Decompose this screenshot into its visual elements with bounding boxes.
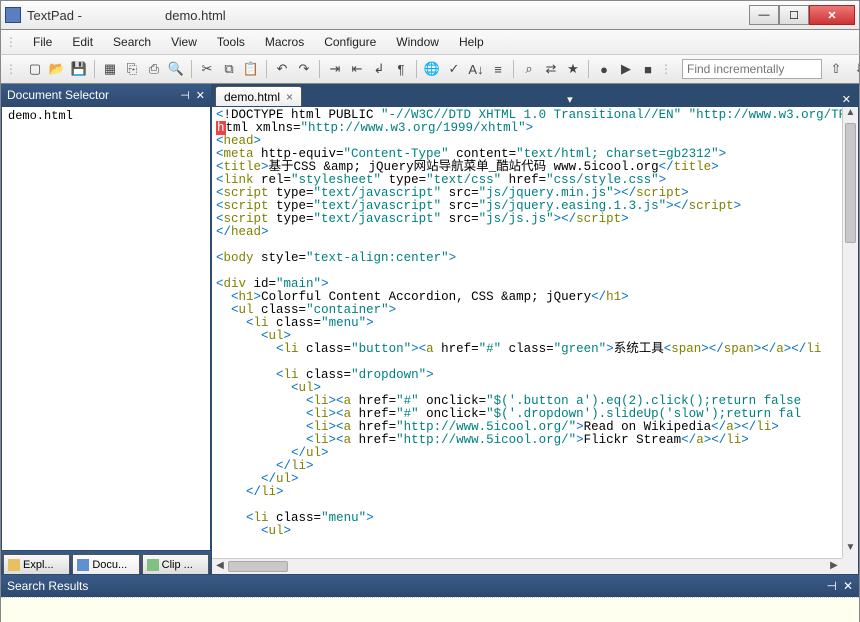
- document-list[interactable]: demo.html: [1, 106, 211, 551]
- menu-view[interactable]: View: [161, 33, 207, 51]
- scroll-left-icon[interactable]: ◀: [212, 559, 228, 574]
- scroll-up-icon[interactable]: ▲: [843, 107, 858, 123]
- scroll-thumb[interactable]: [845, 123, 856, 243]
- scroll-down-icon[interactable]: ▼: [843, 542, 858, 558]
- horizontal-scrollbar[interactable]: ◀ ▶: [212, 558, 842, 574]
- sort-icon[interactable]: A↓: [466, 59, 486, 79]
- search-close-icon[interactable]: ✕: [843, 579, 853, 593]
- find-input[interactable]: [682, 59, 822, 79]
- redo-icon[interactable]: ↷: [294, 59, 314, 79]
- save-all-icon[interactable]: ⎘: [122, 59, 142, 79]
- word-wrap-icon[interactable]: ↲: [369, 59, 389, 79]
- cut-icon[interactable]: ✂: [197, 59, 217, 79]
- undo-icon[interactable]: ↶: [272, 59, 292, 79]
- play-icon[interactable]: ▶: [616, 59, 636, 79]
- print-icon[interactable]: ⎙: [144, 59, 164, 79]
- window-title: TextPad - demo.html: [27, 8, 749, 23]
- code-editor[interactable]: <!DOCTYPE html PUBLIC "-//W3C//DTD XHTML…: [212, 107, 842, 558]
- scroll-right-icon[interactable]: ▶: [826, 559, 842, 574]
- paste-icon[interactable]: 📋: [241, 59, 261, 79]
- outdent-icon[interactable]: ⇤: [347, 59, 367, 79]
- toolbar: ⋮ ▢📂💾▦⎘⎙🔍✂⧉📋↶↷⇥⇤↲¶🌐✓A↓≡⌕⇄★●▶■ ⋮ ⇧ ⇩ ⋮: [0, 54, 860, 84]
- menu-grip: ⋮: [5, 35, 17, 49]
- search-results-panel: Search Results ⊣ ✕: [0, 575, 860, 622]
- new-icon[interactable]: ▢: [25, 59, 45, 79]
- panel-tab-expl[interactable]: Expl...: [3, 554, 70, 574]
- tab-close-icon[interactable]: ×: [286, 90, 293, 104]
- close-button[interactable]: [809, 5, 855, 25]
- menu-tools[interactable]: Tools: [207, 33, 255, 51]
- find-prev-icon[interactable]: ⇧: [826, 59, 846, 79]
- preview-icon[interactable]: 🔍: [166, 59, 186, 79]
- open-icon[interactable]: 📂: [47, 59, 67, 79]
- app-icon: [5, 7, 21, 23]
- menu-window[interactable]: Window: [386, 33, 449, 51]
- tab-menu-icon[interactable]: ▾: [563, 93, 577, 106]
- panel-tab-docu[interactable]: Docu...: [72, 554, 139, 574]
- menu-configure[interactable]: Configure: [314, 33, 386, 51]
- menu-edit[interactable]: Edit: [62, 33, 103, 51]
- file-tab-row: demo.html × ▾ ✕: [211, 84, 859, 106]
- spell-icon[interactable]: ✓: [444, 59, 464, 79]
- save-icon[interactable]: 💾: [69, 59, 89, 79]
- clip-icon: [147, 559, 159, 571]
- doc-icon: [77, 559, 89, 571]
- document-selector-header: Document Selector ⊣ ✕: [1, 84, 211, 106]
- web-icon[interactable]: 🌐: [422, 59, 442, 79]
- copy-icon[interactable]: ⧉: [219, 59, 239, 79]
- file-tab[interactable]: demo.html ×: [215, 86, 302, 106]
- document-selector-panel: Document Selector ⊣ ✕ demo.html Expl...D…: [1, 84, 211, 575]
- menu-macros[interactable]: Macros: [255, 33, 314, 51]
- menu-help[interactable]: Help: [449, 33, 494, 51]
- columns-icon[interactable]: ≡: [488, 59, 508, 79]
- stop-icon[interactable]: ■: [638, 59, 658, 79]
- replace-icon[interactable]: ⇄: [541, 59, 561, 79]
- vertical-scrollbar[interactable]: ▲ ▼: [842, 107, 858, 558]
- document-list-item[interactable]: demo.html: [2, 107, 210, 125]
- find-next-icon[interactable]: ⇩: [850, 59, 860, 79]
- record-icon[interactable]: ●: [594, 59, 614, 79]
- search-results-title: Search Results: [7, 579, 88, 593]
- search-results-header: Search Results ⊣ ✕: [1, 575, 859, 597]
- folder-icon: [8, 559, 20, 571]
- pin-icon[interactable]: ⊣: [180, 89, 190, 102]
- menu-search[interactable]: Search: [103, 33, 161, 51]
- document-selector-title: Document Selector: [7, 88, 109, 102]
- minimize-button[interactable]: [749, 5, 779, 25]
- menu-file[interactable]: File: [23, 33, 62, 51]
- editor-panel: demo.html × ▾ ✕ <!DOCTYPE html PUBLIC "-…: [211, 84, 859, 575]
- tab-close-all-icon[interactable]: ✕: [838, 93, 855, 106]
- find-icon[interactable]: ⌕: [519, 59, 539, 79]
- bookmark-icon[interactable]: ★: [563, 59, 583, 79]
- file-tab-label: demo.html: [224, 90, 280, 104]
- panel-tab-clip[interactable]: Clip ...: [142, 554, 209, 574]
- panel-close-icon[interactable]: ✕: [196, 89, 205, 102]
- search-pin-icon[interactable]: ⊣: [826, 579, 836, 593]
- indent-icon[interactable]: ⇥: [325, 59, 345, 79]
- show-marks-icon[interactable]: ¶: [391, 59, 411, 79]
- maximize-button[interactable]: [779, 5, 809, 25]
- toolbar-grip: ⋮: [5, 62, 17, 76]
- titlebar: TextPad - demo.html: [0, 0, 860, 30]
- search-results-body[interactable]: [1, 597, 859, 622]
- options-icon[interactable]: ▦: [100, 59, 120, 79]
- menubar: ⋮ FileEditSearchViewToolsMacrosConfigure…: [0, 30, 860, 54]
- hscroll-thumb[interactable]: [228, 561, 288, 572]
